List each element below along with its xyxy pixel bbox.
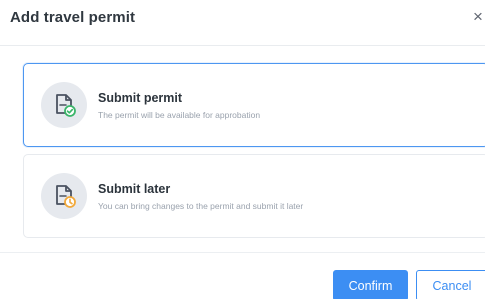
document-check-icon bbox=[41, 82, 87, 128]
option-submit-permit[interactable]: Submit permit The permit will be availab… bbox=[23, 63, 485, 147]
option-title: Submit permit bbox=[98, 91, 183, 105]
cancel-button[interactable]: Cancel bbox=[416, 270, 485, 299]
option-title: Submit later bbox=[98, 182, 171, 196]
document-clock-icon bbox=[41, 173, 87, 219]
dialog-header: Add travel permit × bbox=[0, 0, 485, 46]
option-description: The permit will be available for approba… bbox=[98, 110, 261, 120]
confirm-button[interactable]: Confirm bbox=[333, 270, 408, 299]
footer-divider bbox=[0, 252, 485, 253]
close-icon[interactable]: × bbox=[473, 8, 485, 26]
option-submit-later[interactable]: Submit later You can bring changes to th… bbox=[23, 154, 485, 238]
dialog-title: Add travel permit bbox=[10, 9, 136, 26]
option-description: You can bring changes to the permit and … bbox=[98, 201, 304, 211]
